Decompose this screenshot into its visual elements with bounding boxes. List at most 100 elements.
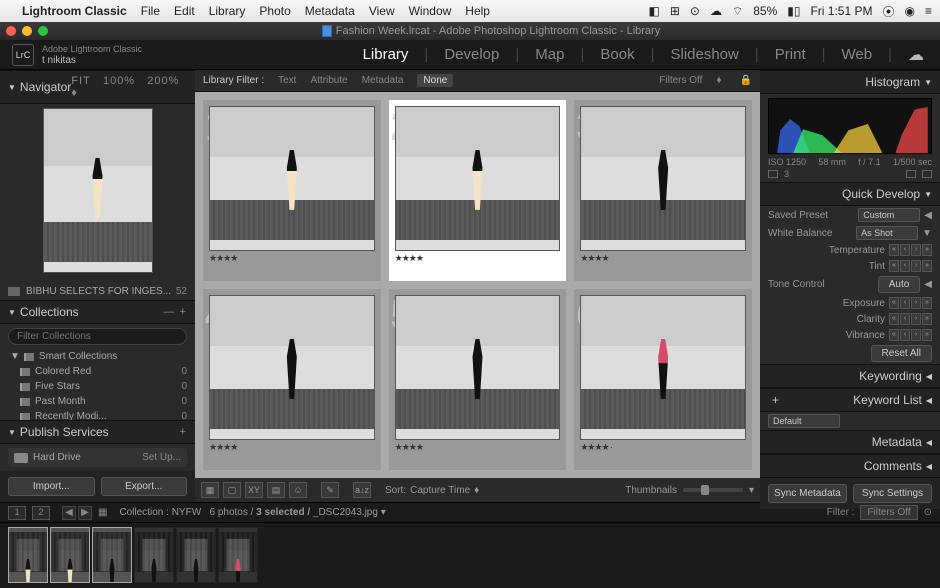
histogram[interactable] bbox=[768, 98, 932, 154]
grid-cell[interactable]: 3★★★★ bbox=[574, 100, 752, 281]
disclosure-icon[interactable]: ▼ bbox=[8, 83, 16, 92]
module-develop[interactable]: Develop bbox=[440, 46, 503, 63]
quickdev-header[interactable]: Quick Develop ▼ bbox=[760, 182, 940, 206]
thumbnail[interactable] bbox=[580, 295, 746, 440]
filmstrip-source[interactable]: Collection : NYFW bbox=[119, 507, 201, 518]
menubar-icon[interactable]: ⊞ bbox=[670, 4, 680, 18]
import-button[interactable]: Import... bbox=[8, 477, 95, 496]
rating-stars[interactable]: ★★★★ bbox=[395, 440, 561, 453]
filmstrip[interactable] bbox=[0, 523, 940, 588]
section-arrow-icon[interactable]: ◀ bbox=[924, 210, 932, 221]
temp-dec[interactable]: ‹ bbox=[900, 244, 910, 256]
nav-zoom-fit[interactable]: FIT bbox=[71, 75, 91, 87]
close-icon[interactable] bbox=[6, 26, 16, 36]
filter-text[interactable]: Text bbox=[278, 75, 296, 86]
sync-metadata-button[interactable]: Sync Metadata bbox=[768, 484, 847, 503]
toolbar-menu-icon[interactable]: ▾ bbox=[749, 485, 754, 496]
thumbnail[interactable] bbox=[209, 295, 375, 440]
cla-dec[interactable]: ‹ bbox=[900, 313, 910, 325]
vib-inc2[interactable]: » bbox=[922, 329, 932, 341]
rating-stars[interactable]: ★★★★ bbox=[209, 251, 375, 264]
original-icon[interactable] bbox=[768, 170, 778, 178]
cla-inc[interactable]: › bbox=[911, 313, 921, 325]
crop-icon[interactable] bbox=[906, 170, 916, 178]
filmstrip-cell[interactable] bbox=[218, 527, 258, 583]
add-keyword-icon[interactable]: + bbox=[772, 393, 779, 407]
menu-help[interactable]: Help bbox=[465, 4, 490, 18]
filmstrip-cell[interactable] bbox=[134, 527, 174, 583]
publish-header[interactable]: ▼ Publish Services + bbox=[0, 420, 195, 444]
cla-dec2[interactable]: « bbox=[889, 313, 899, 325]
app-menu[interactable]: Lightroom Classic bbox=[22, 4, 127, 18]
filmstrip-cell[interactable] bbox=[176, 527, 216, 583]
keywording-header[interactable]: Keywording◀ bbox=[760, 364, 940, 388]
filmstrip-cell[interactable] bbox=[8, 527, 48, 583]
collection-item[interactable]: Five Stars0 bbox=[0, 379, 195, 394]
menu-photo[interactable]: Photo bbox=[259, 4, 290, 18]
tint-inc[interactable]: › bbox=[911, 260, 921, 272]
nav-zoom-menu-icon[interactable]: ♦ bbox=[71, 87, 78, 99]
nav-zoom-100[interactable]: 100% bbox=[103, 75, 135, 87]
grid-cell[interactable]: 5★★★★ bbox=[389, 289, 567, 470]
nav-zoom-200[interactable]: 200% bbox=[147, 75, 179, 87]
vib-inc[interactable]: › bbox=[911, 329, 921, 341]
view-loupe-icon[interactable]: ▢ bbox=[223, 482, 241, 498]
monitor-1-button[interactable]: 1 bbox=[8, 506, 26, 520]
grid-icon[interactable]: ▦ bbox=[98, 507, 107, 518]
publish-add-icon[interactable]: + bbox=[180, 426, 187, 438]
menu-view[interactable]: View bbox=[369, 4, 395, 18]
module-book[interactable]: Book bbox=[596, 46, 638, 63]
rating-stars[interactable]: ★★★★ bbox=[209, 440, 375, 453]
metadata-header[interactable]: Metadata◀ bbox=[760, 430, 940, 454]
tint-dec[interactable]: ‹ bbox=[900, 260, 910, 272]
reset-all-button[interactable]: Reset All bbox=[871, 345, 932, 362]
navigator-preview[interactable] bbox=[43, 108, 153, 273]
menu-metadata[interactable]: Metadata bbox=[305, 4, 355, 18]
folder-row[interactable]: BIBHU SELECTS FOR INGES... 52 bbox=[0, 283, 195, 300]
wifi-icon[interactable]: ⌔ bbox=[732, 4, 743, 19]
painter-icon[interactable]: ✎ bbox=[321, 482, 339, 498]
view-people-icon[interactable]: ☺ bbox=[289, 482, 307, 498]
filter-menu-icon[interactable]: ♦ bbox=[716, 75, 721, 86]
fullscreen-icon[interactable] bbox=[38, 26, 48, 36]
exp-dec2[interactable]: « bbox=[889, 297, 899, 309]
filters-off-preset[interactable]: Filters Off bbox=[659, 75, 702, 86]
publish-setup-link[interactable]: Set Up... bbox=[142, 452, 181, 463]
filter-attribute[interactable]: Attribute bbox=[310, 75, 347, 86]
temp-dec2[interactable]: « bbox=[889, 244, 899, 256]
exp-inc[interactable]: › bbox=[911, 297, 921, 309]
module-slideshow[interactable]: Slideshow bbox=[666, 46, 742, 63]
grid-cell[interactable]: 4★★★★ bbox=[203, 289, 381, 470]
menu-edit[interactable]: Edit bbox=[174, 4, 195, 18]
comments-header[interactable]: Comments◀ bbox=[760, 454, 940, 478]
filmstrip-filter-preset[interactable]: Filters Off bbox=[860, 505, 917, 520]
filmstrip-cell[interactable] bbox=[50, 527, 90, 583]
thumbnail[interactable] bbox=[209, 106, 375, 251]
section-arrow-icon[interactable]: ▼ bbox=[922, 228, 932, 239]
grid-cell[interactable]: 6★★★★ · bbox=[574, 289, 752, 470]
minimize-icon[interactable] bbox=[22, 26, 32, 36]
module-print[interactable]: Print bbox=[771, 46, 810, 63]
disclosure-icon[interactable]: ▼ bbox=[8, 428, 16, 437]
module-library[interactable]: Library bbox=[359, 46, 413, 63]
navigator-header[interactable]: ▼ Navigator FIT 100% 200% ♦ bbox=[0, 70, 195, 104]
thumb-size-slider[interactable] bbox=[683, 488, 743, 492]
section-arrow-icon[interactable]: ◀ bbox=[924, 279, 932, 290]
sort-value[interactable]: Capture Time bbox=[410, 485, 470, 496]
siri-icon[interactable]: ◉ bbox=[905, 4, 915, 18]
thumbnail[interactable] bbox=[395, 106, 561, 251]
disclosure-icon[interactable]: ▼ bbox=[924, 190, 932, 199]
filmstrip-source-menu-icon[interactable]: ▾ bbox=[381, 507, 386, 518]
publish-service-row[interactable]: Hard Drive Set Up... bbox=[8, 448, 187, 467]
disclosure-icon[interactable]: ▼ bbox=[924, 78, 932, 87]
menubar-icon[interactable]: ◧ bbox=[648, 4, 659, 18]
collection-item[interactable]: Recently Modi...0 bbox=[0, 409, 195, 420]
wb-select[interactable]: As Shot bbox=[856, 226, 918, 240]
cla-inc2[interactable]: » bbox=[922, 313, 932, 325]
collections-header[interactable]: ▼ Collections — + bbox=[0, 300, 195, 324]
module-map[interactable]: Map bbox=[531, 46, 568, 63]
export-button[interactable]: Export... bbox=[101, 477, 188, 496]
module-web[interactable]: Web bbox=[838, 46, 877, 63]
thumbnail[interactable] bbox=[580, 106, 746, 251]
menubar-icon[interactable]: ⊙ bbox=[690, 4, 700, 18]
